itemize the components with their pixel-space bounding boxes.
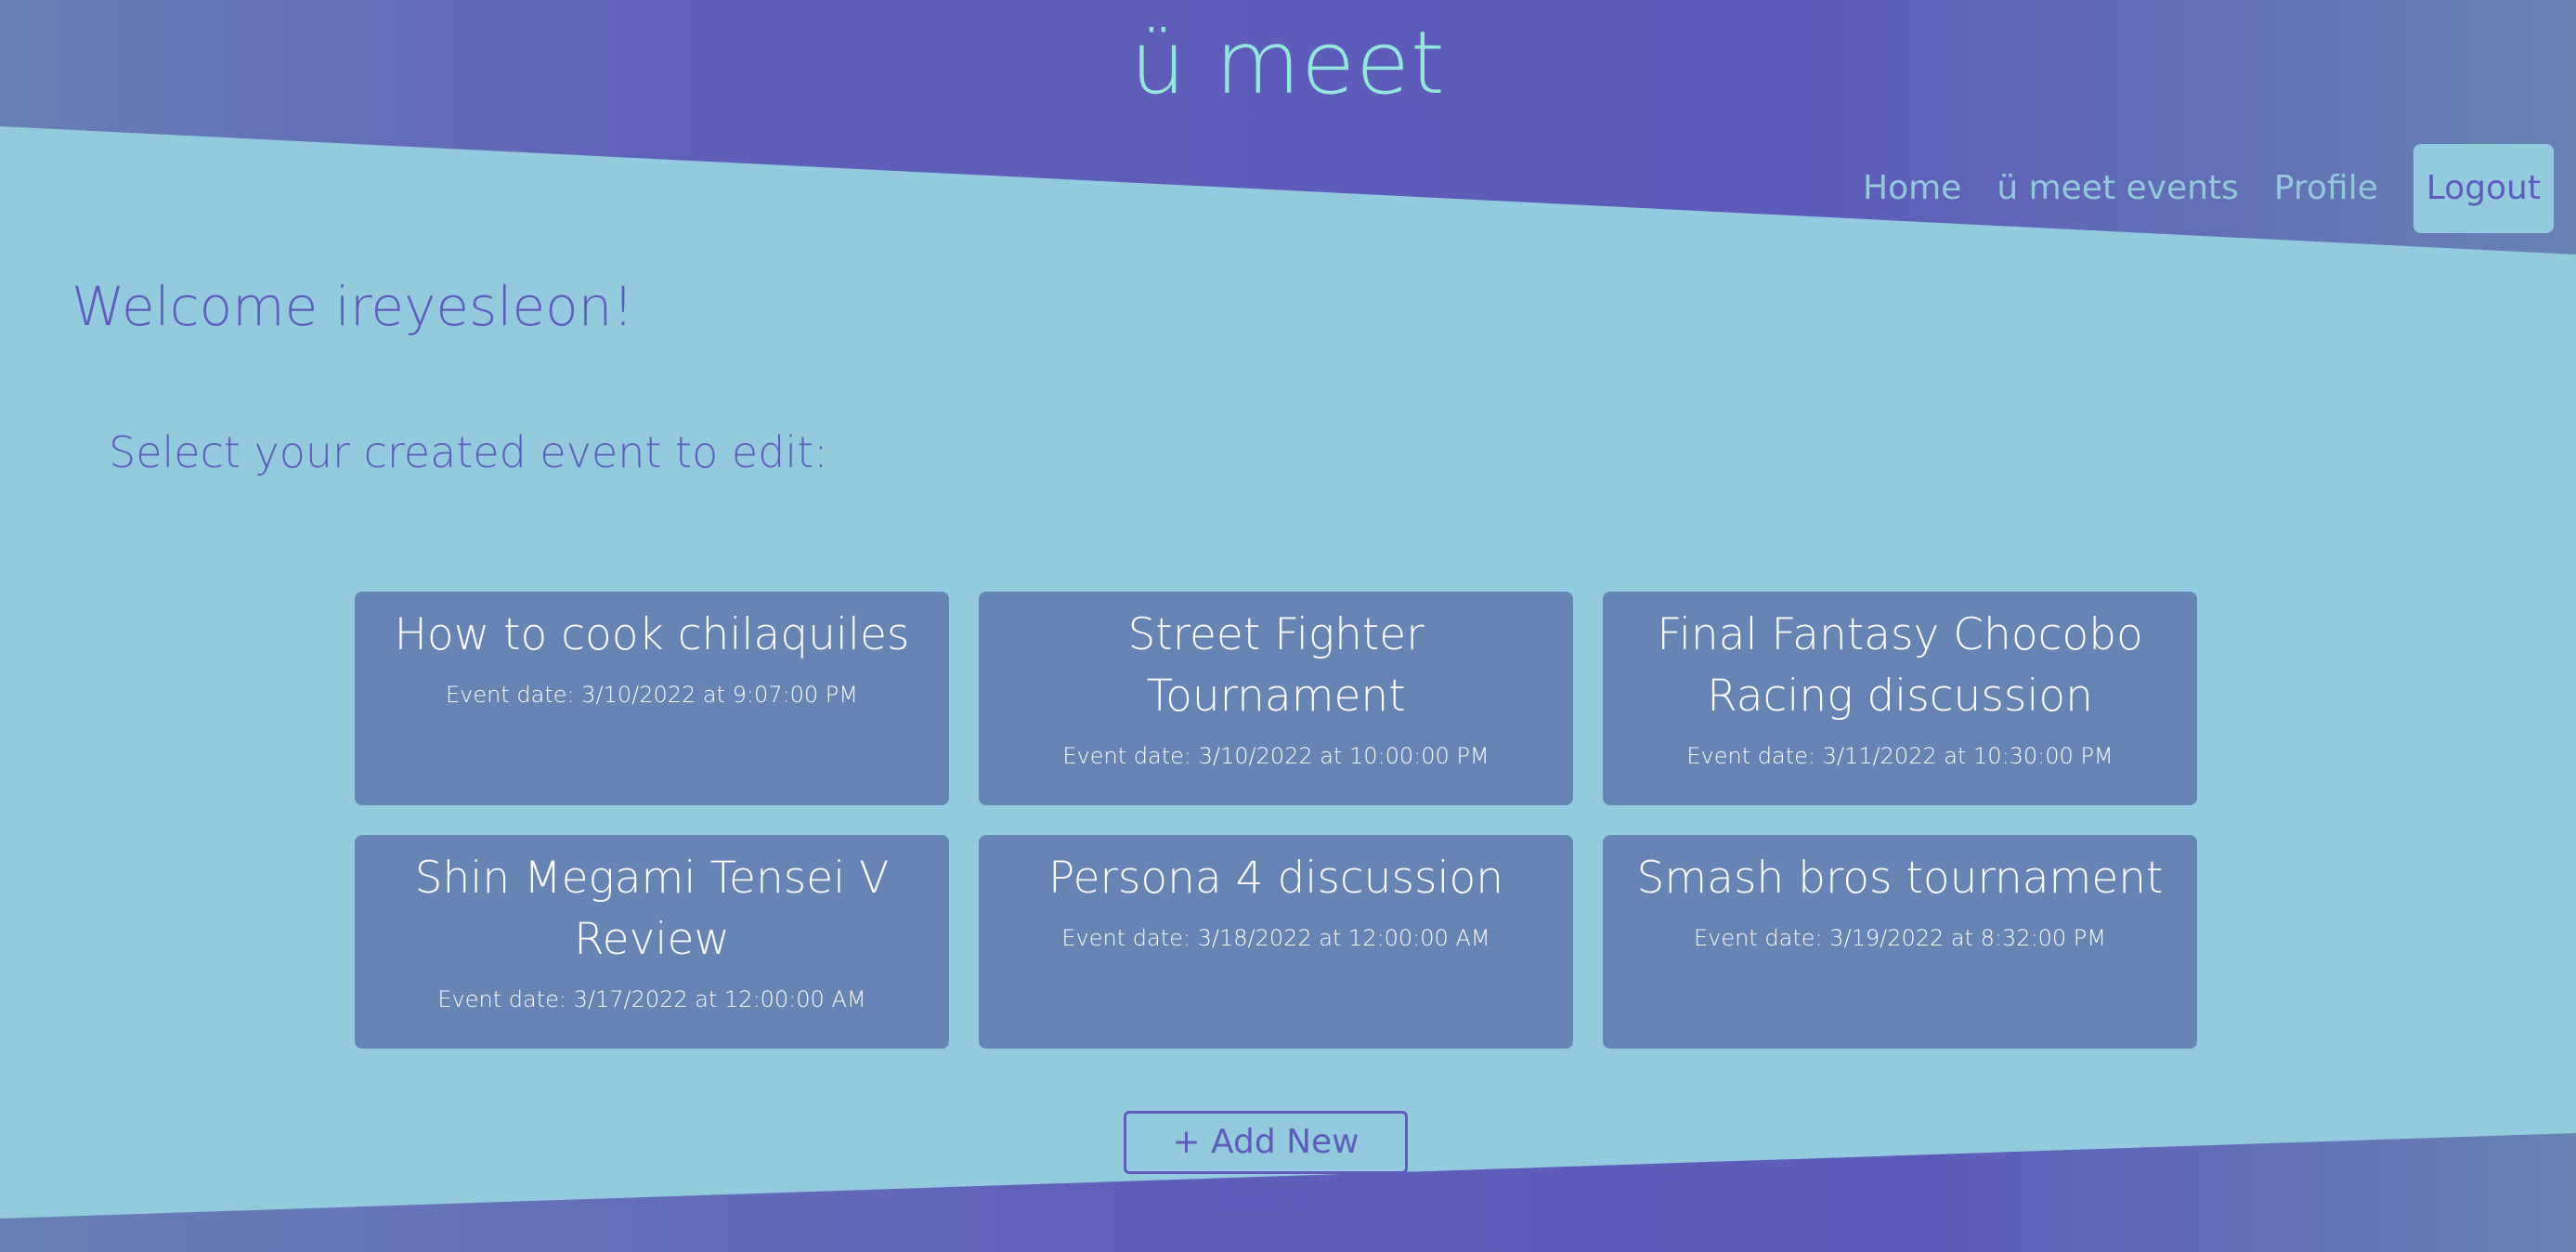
add-new-event-button[interactable]: + Add New Event <box>1124 1111 1408 1219</box>
logout-button[interactable]: Logout <box>2413 144 2554 233</box>
event-card-date: Event date: 3/19/2022 at 8:32:00 PM <box>1694 925 2106 951</box>
event-card-title: Smash bros tournament <box>1636 853 2164 904</box>
event-card[interactable]: Shin Megami Tensei V Review Event date: … <box>355 835 949 1049</box>
event-card[interactable]: Smash bros tournament Event date: 3/19/2… <box>1603 835 2197 1049</box>
event-card-title: Shin Megami Tensei V Review <box>414 853 890 965</box>
event-card-title: Final Fantasy Chocobo Racing discussion <box>1657 609 2143 722</box>
nav-profile-link[interactable]: Profile <box>2274 144 2378 233</box>
event-card-date: Event date: 3/10/2022 at 9:07:00 PM <box>446 682 858 708</box>
event-card-title: How to cook chilaquiles <box>394 609 910 660</box>
event-card[interactable]: Street Fighter Tournament Event date: 3/… <box>979 592 1573 805</box>
top-nav: Home ü meet events Profile Logout <box>1863 144 2554 233</box>
nav-home-link[interactable]: Home <box>1863 144 1961 233</box>
nav-events-link[interactable]: ü meet events <box>1997 144 2238 233</box>
event-card-date: Event date: 3/10/2022 at 10:00:00 PM <box>1062 743 1490 769</box>
event-card[interactable]: Persona 4 discussion Event date: 3/18/20… <box>979 835 1573 1049</box>
brand-logo[interactable]: ü meet <box>0 13 2576 115</box>
event-card[interactable]: How to cook chilaquiles Event date: 3/10… <box>355 592 949 805</box>
event-card-title: Persona 4 discussion <box>1047 853 1504 904</box>
edit-events-subtitle: Select your created event to edit: <box>109 427 828 477</box>
event-card[interactable]: Final Fantasy Chocobo Racing discussion … <box>1603 592 2197 805</box>
event-card-date: Event date: 3/17/2022 at 12:00:00 AM <box>437 986 866 1012</box>
welcome-heading: Welcome ireyesleon! <box>72 275 634 338</box>
event-card-date: Event date: 3/18/2022 at 12:00:00 AM <box>1061 925 1490 951</box>
event-card-date: Event date: 3/11/2022 at 10:30:00 PM <box>1686 743 2114 769</box>
event-card-title: Street Fighter Tournament <box>1127 609 1425 722</box>
